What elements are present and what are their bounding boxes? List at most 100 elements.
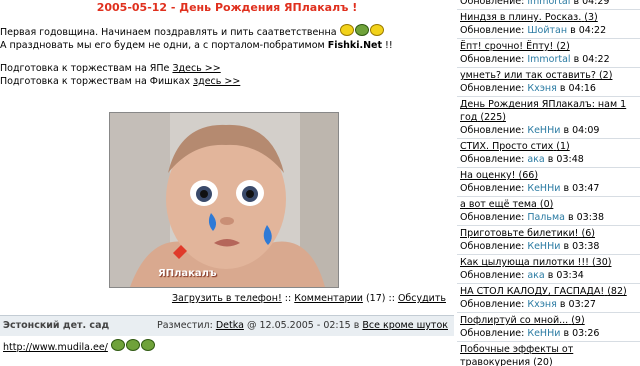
post-photo[interactable]: ЯПлакалъ — [109, 112, 339, 288]
topic-time: 04:16 — [568, 83, 596, 94]
comments-count: (17) — [365, 293, 386, 304]
topic-item: День Рождения ЯПлакалъ: нам 1 год (225) О… — [457, 97, 640, 139]
topic-user-link[interactable]: ака — [527, 270, 544, 281]
comments-link[interactable]: Комментарии — [294, 293, 363, 304]
topic-update-line: Обновление: КеННи в 04:09 — [460, 124, 637, 137]
topic-item: Приготовьте билетики! (6) Обновление: КеН… — [457, 226, 640, 255]
topic-link[interactable]: НА СТОЛ КАЛОДУ, ГАСПАДА! (82) — [460, 285, 637, 298]
topic-link[interactable]: СТИХ. Просто стих (1) — [460, 140, 637, 153]
topic-item: СТИХ. Просто стих (1) Обновление: ака в 0… — [457, 139, 640, 168]
topic-user-link[interactable]: Immortal — [527, 54, 570, 65]
next-post-header: Эстонский дет. сад Разместил: Detka @ 12… — [0, 315, 454, 336]
in-label: в — [563, 328, 570, 339]
smiley-icon — [140, 339, 155, 351]
topic-update-line: Обновление: КеННи в 03:38 — [460, 240, 637, 253]
discuss-link[interactable]: Обсудить — [398, 293, 446, 304]
topic-title: На оценку! — [460, 170, 516, 181]
in-label: в — [573, 54, 580, 65]
topic-user-link[interactable]: Кхэня — [527, 299, 557, 310]
update-label: Обновление: — [460, 154, 525, 165]
topic-count: (3) — [584, 12, 598, 23]
topic-item: Побочные эффекты от травокурения (20) — [457, 342, 640, 366]
topic-link[interactable]: На оценку! (66) — [460, 169, 637, 182]
update-label: Обновление: — [460, 241, 525, 252]
topic-user-link[interactable]: КеННи — [527, 125, 560, 136]
photo-links: Загрузить в телефон! :: Комментарии (17)… — [172, 293, 446, 304]
topic-user-link[interactable]: ака — [527, 154, 544, 165]
topic-link[interactable]: Побочные эффекты от травокурения (20) — [460, 343, 637, 366]
topic-link[interactable]: Ниндзя в плину. Росказ. (3) — [460, 11, 637, 24]
separator: :: — [388, 293, 395, 304]
topic-user-link[interactable]: Шойтан — [527, 25, 567, 36]
topic-link[interactable]: Пофлиртуй со мной... (9) — [460, 314, 637, 327]
mudila-link[interactable]: http://www.mudila.ee/ — [3, 342, 108, 353]
topic-user-link[interactable]: КеННи — [527, 328, 560, 339]
update-label: Обновление: — [460, 25, 525, 36]
topic-title: Пофлиртуй со мной... — [460, 315, 569, 326]
topic-user-link[interactable]: Кхэня — [527, 83, 557, 94]
topic-count: (1) — [556, 141, 570, 152]
post-line-1-text: Первая годовщина. Начинаем поздравлять и… — [0, 27, 337, 38]
topic-time: 03:48 — [556, 154, 584, 165]
topic-update-line: Обновление: Кхэня в 03:27 — [460, 298, 637, 311]
topic-title: СТИХ. Просто стих — [460, 141, 554, 152]
topic-title: Ниндзя в плину. Росказ. — [460, 12, 582, 23]
topic-link[interactable]: День Рождения ЯПлакалъ: нам 1 год (225) — [460, 98, 637, 124]
update-label: Обновление: — [460, 212, 525, 223]
topic-item: Обновление: immortal в 04:29 — [457, 0, 640, 10]
topic-title: Как цылующа пилотки !!! — [460, 257, 589, 268]
topic-user-link[interactable]: КеННи — [527, 183, 560, 194]
prep-1-text: Подготовка к торжествам на ЯПе — [0, 63, 170, 74]
topic-link[interactable]: а вот ещё тема (0) — [460, 198, 637, 211]
in-label: в — [568, 212, 574, 223]
topic-user-link[interactable]: КеННи — [527, 241, 560, 252]
drink-smiley-icon — [354, 24, 369, 36]
in-label: в — [559, 83, 566, 94]
topic-title: НА СТОЛ КАЛОДУ, ГАСПАДА! — [460, 286, 605, 297]
posted-by-label: Разместил: — [157, 320, 213, 331]
update-label: Обновление: — [460, 83, 525, 94]
topic-update-line: Обновление: ака в 03:34 — [460, 269, 637, 282]
prep-line-2: Подготовка к торжествам на Фишках здесь … — [0, 76, 454, 89]
category-link[interactable]: Все кроме шуток — [362, 320, 448, 331]
smiley-icon — [125, 339, 140, 351]
topic-item: НА СТОЛ КАЛОДУ, ГАСПАДА! (82) Обновление:… — [457, 284, 640, 313]
topic-link[interactable]: Как цылующа пилотки !!! (30) — [460, 256, 637, 269]
topic-time: 03:38 — [572, 241, 600, 252]
next-post-meta: Разместил: Detka @ 12.05.2005 - 02:15 в … — [157, 320, 448, 331]
topic-title: Приготовьте билетики! — [460, 228, 579, 239]
author-link[interactable]: Detka — [216, 320, 244, 331]
in-label: в — [559, 299, 566, 310]
topic-item: умнеть? или так оставить? (2) Обновление:… — [457, 68, 640, 97]
download-to-phone-link[interactable]: Загрузить в телефон! — [172, 293, 282, 304]
topic-time: 04:22 — [578, 25, 607, 36]
update-label: Обновление: — [460, 125, 525, 136]
prep-2-link[interactable]: здесь >> — [193, 76, 240, 87]
topic-update-line: Обновление: КеННи в 03:47 — [460, 182, 637, 195]
topic-time: 03:27 — [568, 299, 596, 310]
topic-count: (30) — [591, 257, 612, 268]
topic-link[interactable]: Ёпт! срочно! Ёпту! (2) — [460, 40, 637, 53]
topic-title: Побочные эффекты от травокурения — [460, 344, 574, 366]
topic-update-line: Обновление: Пальма в 03:38 — [460, 211, 637, 224]
topic-link[interactable]: умнеть? или так оставить? (2) — [460, 69, 637, 82]
update-label: Обновление: — [460, 0, 525, 7]
topic-user-link[interactable]: Пальма — [527, 212, 565, 223]
topic-time: 03:38 — [576, 212, 605, 223]
topic-count: (20) — [533, 357, 553, 366]
next-post-title: Эстонский дет. сад — [3, 320, 110, 331]
prep-1-link[interactable]: Здесь >> — [172, 63, 220, 74]
crying-baby-image — [110, 113, 338, 287]
topic-title: Ёпт! срочно! Ёпту! — [460, 41, 554, 52]
topic-item: а вот ещё тема (0) Обновление: Пальма в 0… — [457, 197, 640, 226]
topic-item: Как цылующа пилотки !!! (30) Обновление: … — [457, 255, 640, 284]
topic-update-line: Обновление: Шойтан в 04:22 — [460, 24, 637, 37]
fishki-brand: Fishki.Net — [327, 39, 383, 51]
topic-link[interactable]: Приготовьте билетики! (6) — [460, 227, 637, 240]
post-body: Первая годовщина. Начинаем поздравлять и… — [0, 24, 454, 88]
smiley-icon — [110, 339, 125, 351]
topic-user-link[interactable]: immortal — [527, 0, 570, 7]
topic-count: (2) — [598, 70, 613, 81]
in-label: в — [563, 183, 570, 194]
topic-update-line: Обновление: immortal в 04:29 — [460, 0, 637, 8]
